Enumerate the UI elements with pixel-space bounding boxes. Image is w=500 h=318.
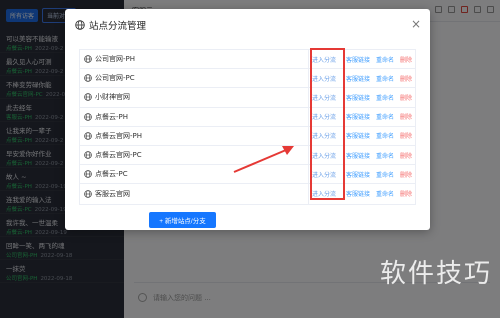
delete-link[interactable]: 删除 [397,93,415,102]
site-row: 点餐云官网-PC 进入分流 客服链接 重命名 删除 [80,145,415,166]
globe-icon [84,74,92,83]
site-name-cell: 点餐云官网-PH [80,126,309,145]
dialog-header: 站点分流管理 [65,9,430,41]
site-name-cell: 点餐云-PC [80,165,309,184]
globe-icon [84,112,92,121]
site-row: 公司官网-PC 进入分流 客服链接 重命名 删除 [80,69,415,89]
delete-link[interactable]: 删除 [397,55,415,64]
globe-icon [75,20,85,30]
delete-link[interactable]: 删除 [397,74,415,83]
site-name-cell: 点餐云官网-PC [80,145,309,165]
site-routing-dialog: 站点分流管理 × 公司官网-PH 进入分流 客服链接 重命名 删除 公司官网-PC 进入分流… [65,9,430,230]
site-name: 点餐云-PH [95,112,129,121]
service-link-link[interactable]: 客服链接 [343,74,373,83]
service-link-link[interactable]: 客服链接 [343,93,373,102]
service-link-link[interactable]: 客服链接 [343,55,373,64]
site-row: 点餐云-PC 进入分流 客服链接 重命名 删除 [80,165,415,185]
site-name: 小财神官网 [95,93,130,102]
site-name-cell: 公司官网-PC [80,69,309,88]
globe-icon [84,190,92,198]
watermark: 软件技巧 [379,259,492,289]
globe-icon [84,151,92,159]
site-name: 点餐云官网-PC [95,151,142,160]
site-table: 公司官网-PH 进入分流 客服链接 重命名 删除 公司官网-PC 进入分流 客服链接 重命名 删除… [79,49,416,205]
site-name-cell: 小财神官网 [80,88,309,107]
rename-link[interactable]: 重命名 [373,170,397,179]
site-row: 点餐云-PH 进入分流 客服链接 重命名 删除 [80,107,415,127]
rename-link[interactable]: 重命名 [373,112,397,121]
service-link-link[interactable]: 客服链接 [343,189,373,198]
delete-link[interactable]: 删除 [397,131,415,140]
site-name: 点餐云-PC [95,170,128,179]
add-site-button[interactable]: + 新增站点/分支 [149,212,216,228]
delete-link[interactable]: 删除 [397,189,415,198]
service-link-link[interactable]: 客服链接 [343,170,373,179]
site-name: 点餐云官网-PH [95,131,143,140]
site-row: 点餐云官网-PH 进入分流 客服链接 重命名 删除 [80,126,415,146]
rename-link[interactable]: 重命名 [373,151,397,160]
service-link-link[interactable]: 客服链接 [343,151,373,160]
rename-link[interactable]: 重命名 [373,189,397,198]
service-link-link[interactable]: 客服链接 [343,131,373,140]
close-icon[interactable]: × [409,17,423,31]
rename-link[interactable]: 重命名 [373,55,397,64]
site-row: 客服云官网 进入分流 客服链接 重命名 删除 [80,184,415,204]
site-name-cell: 公司官网-PH [80,50,309,69]
site-name: 公司官网-PH [95,55,136,64]
highlight-box [310,48,345,200]
dialog-title: 站点分流管理 [89,21,147,32]
globe-icon [84,55,92,63]
site-row: 公司官网-PH 进入分流 客服链接 重命名 删除 [80,50,415,70]
delete-link[interactable]: 删除 [397,112,415,121]
delete-link[interactable]: 删除 [397,151,415,160]
site-name-cell: 点餐云-PH [80,107,309,126]
site-name: 公司官网-PC [95,74,135,83]
globe-icon [84,170,92,179]
site-name-cell: 客服云官网 [80,184,309,204]
rename-link[interactable]: 重命名 [373,74,397,83]
delete-link[interactable]: 删除 [397,170,415,179]
site-name: 客服云官网 [95,189,130,198]
rename-link[interactable]: 重命名 [373,131,397,140]
globe-icon [84,132,92,140]
globe-icon [84,93,92,102]
site-row: 小财神官网 进入分流 客服链接 重命名 删除 [80,88,415,108]
rename-link[interactable]: 重命名 [373,93,397,102]
service-link-link[interactable]: 客服链接 [343,112,373,121]
